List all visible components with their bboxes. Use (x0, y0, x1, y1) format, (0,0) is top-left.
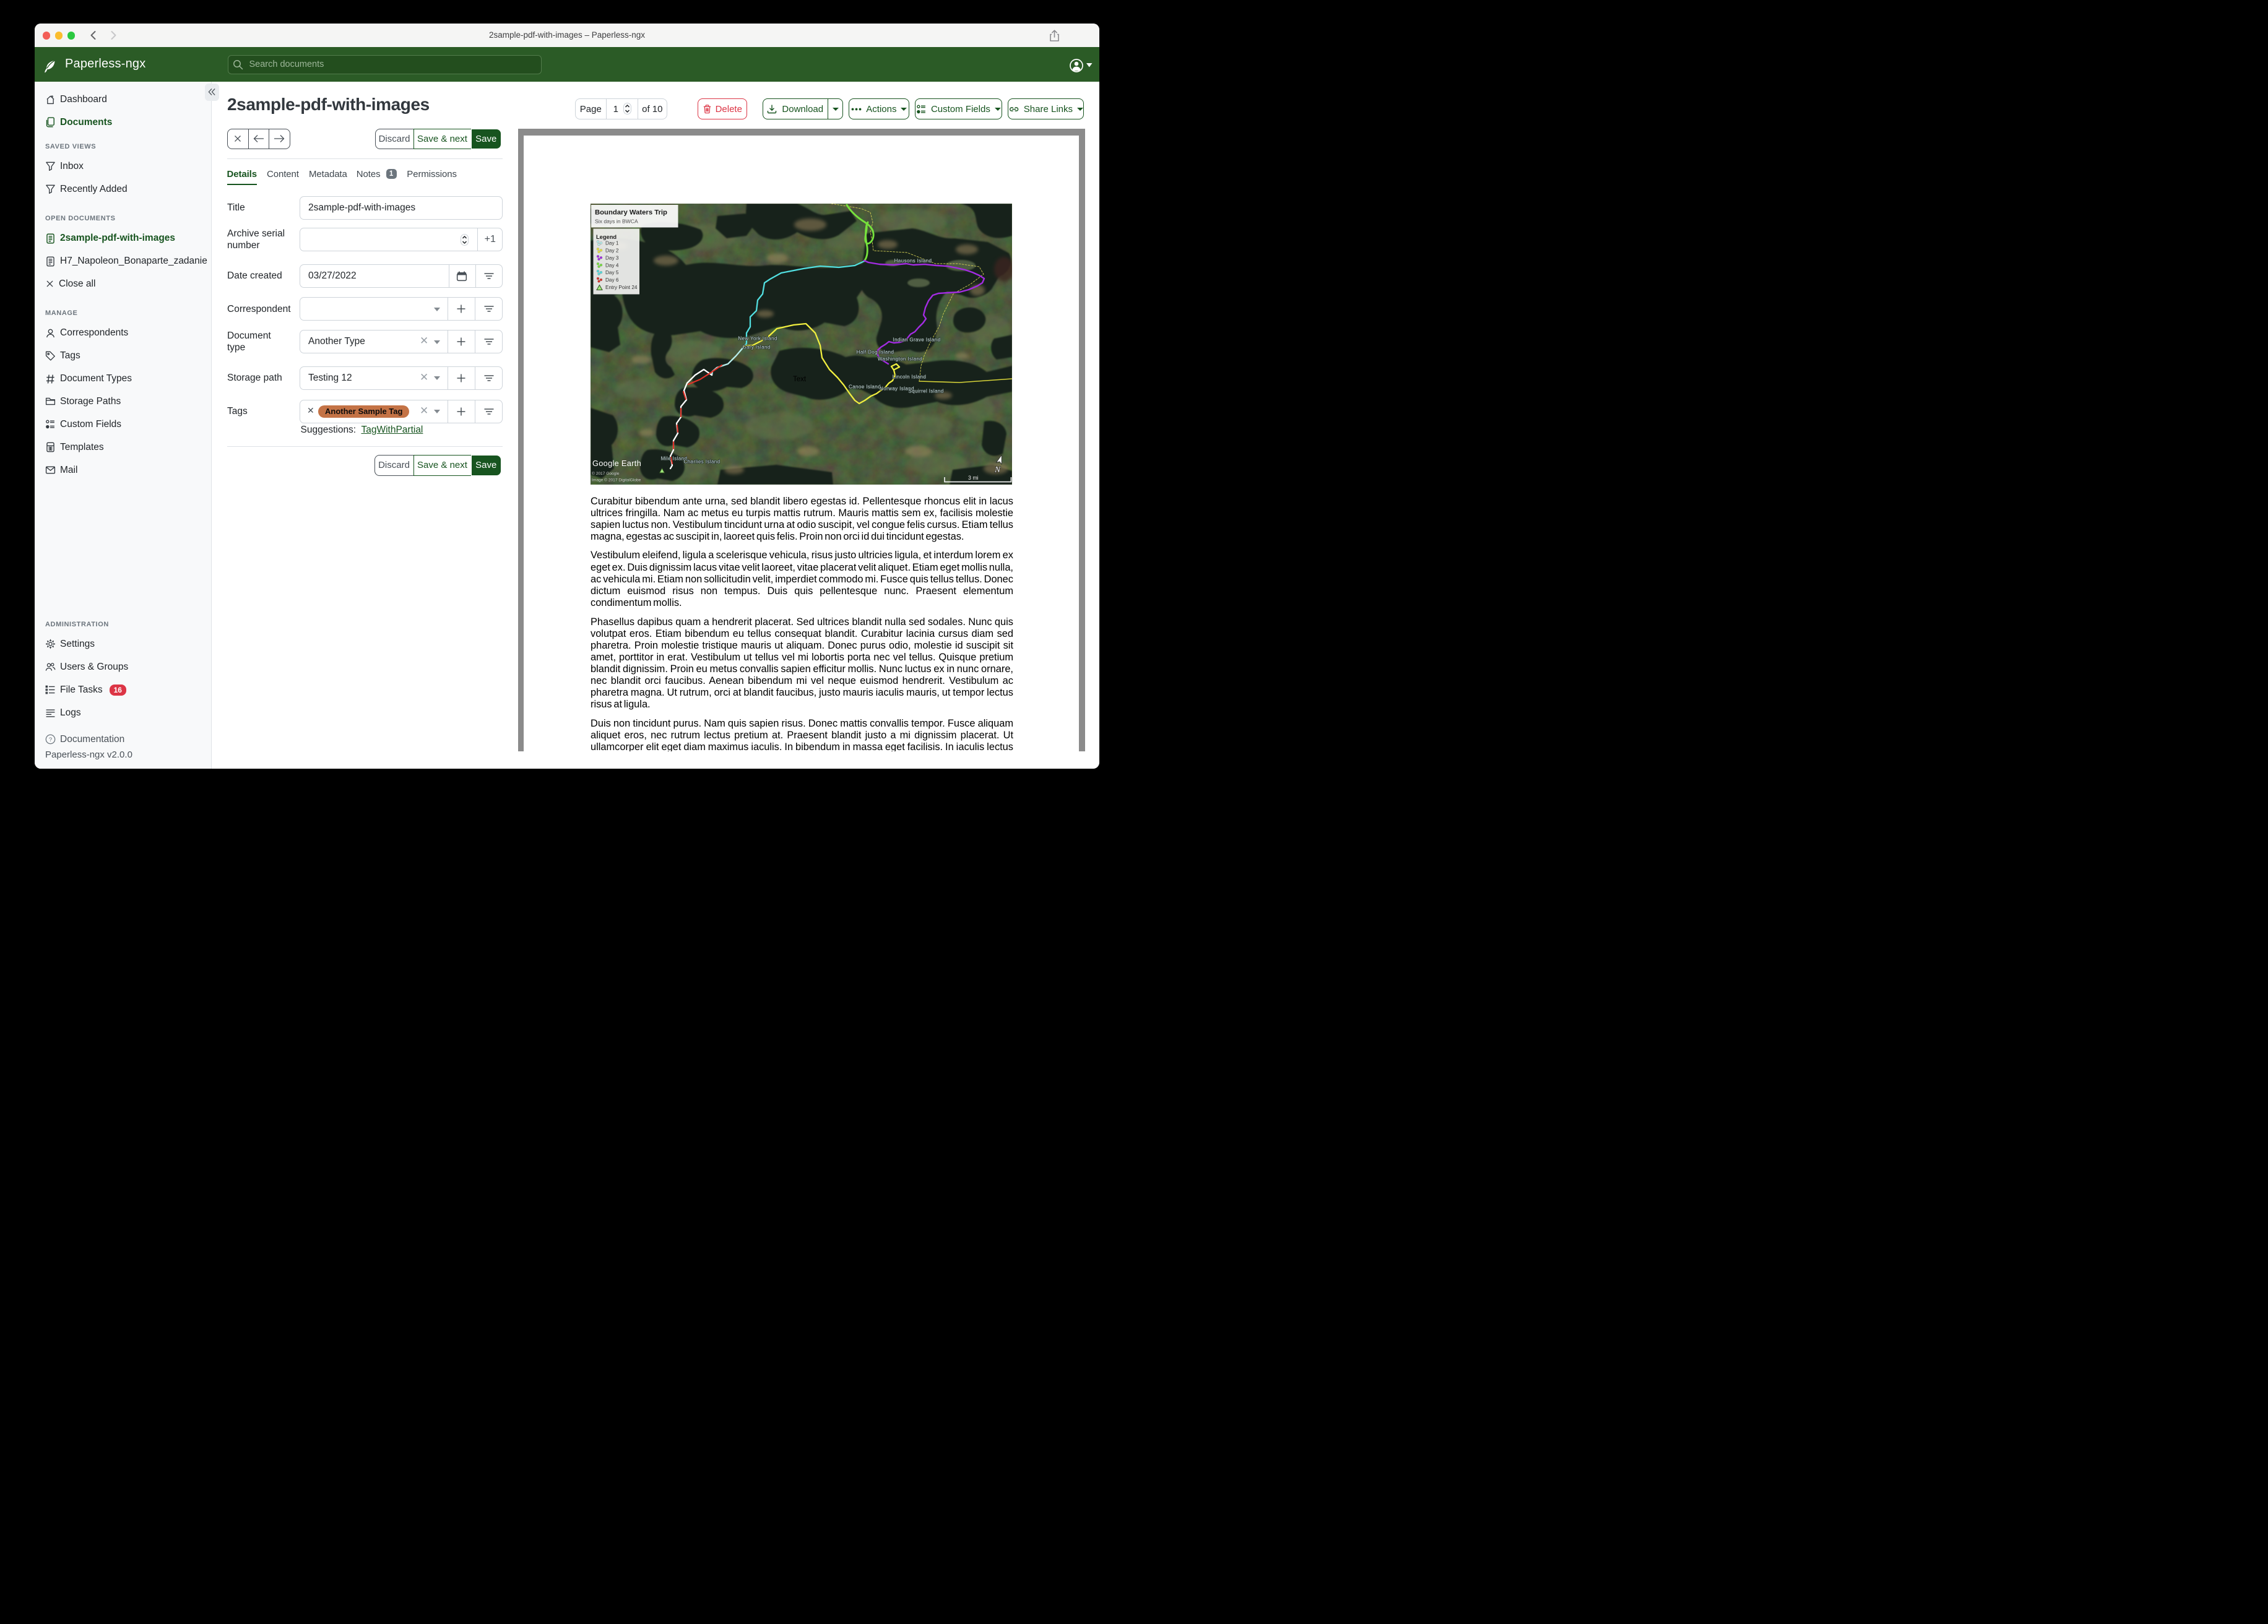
svg-text:New York Island: New York Island (738, 336, 777, 342)
svg-text:Image © 2017 DigitalGlobe: Image © 2017 DigitalGlobe (592, 478, 641, 483)
svg-text:Half Dog Island: Half Dog Island (857, 350, 894, 355)
svg-text:Day 3: Day 3 (605, 255, 619, 261)
svg-text:Day 4: Day 4 (605, 262, 619, 268)
svg-text:Gary Island: Gary Island (742, 345, 770, 350)
svg-text:Text: Text (793, 376, 807, 383)
svg-text:Entry Point 24: Entry Point 24 (605, 285, 638, 290)
svg-text:Hausons Island: Hausons Island (894, 258, 932, 264)
svg-text:Indian Grave Island: Indian Grave Island (893, 337, 941, 343)
svg-text:Lincoln Island: Lincoln Island (893, 374, 927, 380)
svg-text:Day 5: Day 5 (605, 270, 619, 275)
svg-text:Washington Island: Washington Island (878, 356, 922, 362)
svg-text:Google Earth: Google Earth (592, 459, 641, 468)
svg-text:Day 2: Day 2 (605, 248, 619, 254)
svg-text:Charlies Island: Charlies Island (684, 459, 721, 465)
svg-text:3 mi: 3 mi (968, 475, 979, 481)
svg-text:Day 1: Day 1 (605, 241, 619, 246)
svg-text:Boundary Waters Trip: Boundary Waters Trip (595, 209, 667, 217)
svg-text:Legend: Legend (596, 234, 617, 240)
svg-text:Six days in BWCA: Six days in BWCA (595, 218, 638, 225)
svg-text:N: N (994, 465, 1001, 474)
svg-text:© 2017 Google: © 2017 Google (592, 471, 620, 476)
svg-text:?: ? (49, 736, 52, 743)
svg-text:Day 6: Day 6 (605, 277, 619, 283)
svg-text:Canoe Island: Canoe Island (849, 384, 881, 390)
svg-text:Squirrel Island: Squirrel Island (908, 389, 943, 394)
